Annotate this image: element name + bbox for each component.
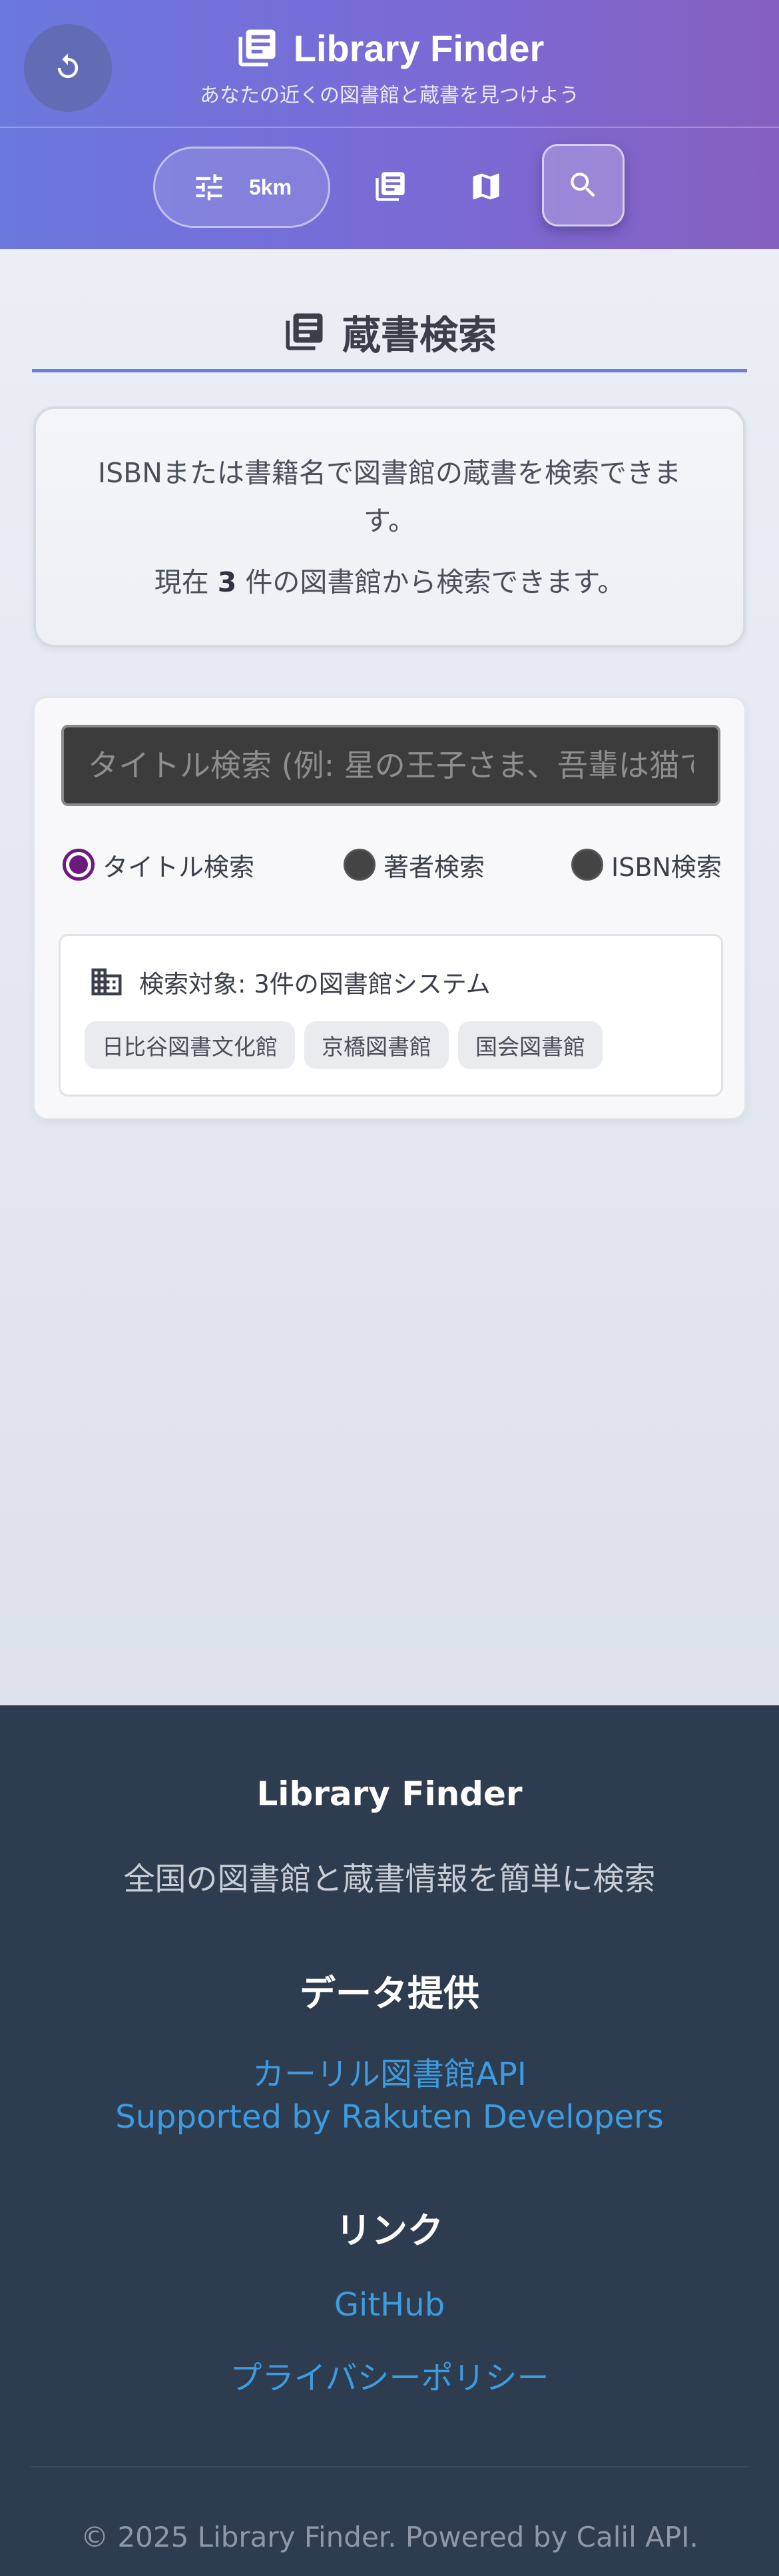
search-target-header: 検索対象: 3件の図書館システム <box>89 964 491 1000</box>
radio-author[interactable] <box>344 849 376 881</box>
footer: Library Finder 全国の図書館と蔵書情報を簡単に検索 データ提供 カ… <box>0 1705 779 2576</box>
app-title-row: Library Finder <box>0 23 779 73</box>
library-chip: 国会図書館 <box>458 1021 603 1069</box>
map-view-button[interactable] <box>467 168 505 205</box>
library-chip: 日比谷図書文化館 <box>85 1021 295 1069</box>
search-target-label: 検索対象: 3件の図書館システム <box>139 970 491 999</box>
radio-isbn[interactable] <box>571 849 603 881</box>
building-icon <box>91 968 122 996</box>
library-count: 3 <box>217 566 237 598</box>
library-count-text: 現在 3 件の図書館から検索できます。 <box>36 560 743 600</box>
app-header: Library Finder あなたの近くの図書館と蔵書を見つけよう 5km <box>0 0 779 249</box>
radio-label-title: タイトル検索 <box>103 852 255 882</box>
app-subtitle: あなたの近くの図書館と蔵書を見つけよう <box>200 84 579 107</box>
search-target-box: 検索対象: 3件の図書館システム 日比谷図書文化館 京橋図書館 国会図書館 <box>59 934 723 1096</box>
search-icon <box>571 173 595 197</box>
search-mode-isbn[interactable]: ISBN検索 <box>571 846 722 883</box>
footer-link-privacy[interactable]: プライバシーポリシー <box>0 2352 779 2398</box>
section-title: 蔵書検索 <box>0 304 779 360</box>
library-chips: 日比谷図書文化館 京橋図書館 国会図書館 <box>85 1021 603 1069</box>
footer-link-rakuten[interactable]: Supported by Rakuten Developers <box>0 2098 779 2136</box>
header-top: Library Finder あなたの近くの図書館と蔵書を見つけよう <box>0 0 779 128</box>
book-list-icon <box>376 172 405 201</box>
search-mode-author[interactable]: 著者検索 <box>344 846 485 883</box>
footer-description: 全国の図書館と蔵書情報を簡単に検索 <box>123 1861 656 1898</box>
book-search-input[interactable] <box>61 725 720 806</box>
library-count-prefix: 現在 <box>154 566 209 598</box>
book-search-button[interactable] <box>542 144 625 226</box>
library-list-button[interactable] <box>372 168 409 205</box>
app-title: Library Finder <box>293 27 545 69</box>
footer-data-heading: データ提供 <box>300 1972 479 2014</box>
radio-label-author: 著者検索 <box>384 852 485 882</box>
search-mode-title[interactable]: タイトル検索 <box>63 846 254 883</box>
radio-label-isbn: ISBN検索 <box>611 852 722 882</box>
footer-copyright: © 2025 Library Finder. Powered by Calil … <box>81 2521 698 2553</box>
book-stack-icon <box>238 29 276 67</box>
search-radius-label: 5km <box>248 175 292 199</box>
toolbar: 5km <box>0 128 779 249</box>
section-divider <box>32 369 747 372</box>
library-chip: 京橋図書館 <box>304 1021 449 1069</box>
search-card: タイトル検索 著者検索 ISBN検索 検索対象: 3件の図書館システム 日比谷図… <box>33 697 746 1119</box>
sliders-icon <box>196 174 222 201</box>
section-title-text: 蔵書検索 <box>342 312 497 358</box>
footer-link-calil-api[interactable]: カーリル図書館API <box>0 2048 779 2094</box>
info-description: ISBNまたは書籍名で図書館の蔵書を検索できます。 <box>98 457 681 537</box>
footer-link-github[interactable]: GitHub <box>0 2286 779 2324</box>
library-count-suffix: 件の図書館から検索できます。 <box>245 566 625 598</box>
footer-divider <box>31 2466 748 2467</box>
book-stack-icon <box>286 313 323 350</box>
radio-title[interactable] <box>63 849 95 881</box>
map-icon <box>473 173 499 200</box>
footer-title: Library Finder <box>256 1775 523 1813</box>
info-card: ISBNまたは書籍名で図書館の蔵書を検索できます。 現在 3 件の図書館から検索… <box>33 406 746 647</box>
footer-links-heading: リンク <box>336 2210 443 2252</box>
search-radius-button[interactable]: 5km <box>153 147 330 228</box>
